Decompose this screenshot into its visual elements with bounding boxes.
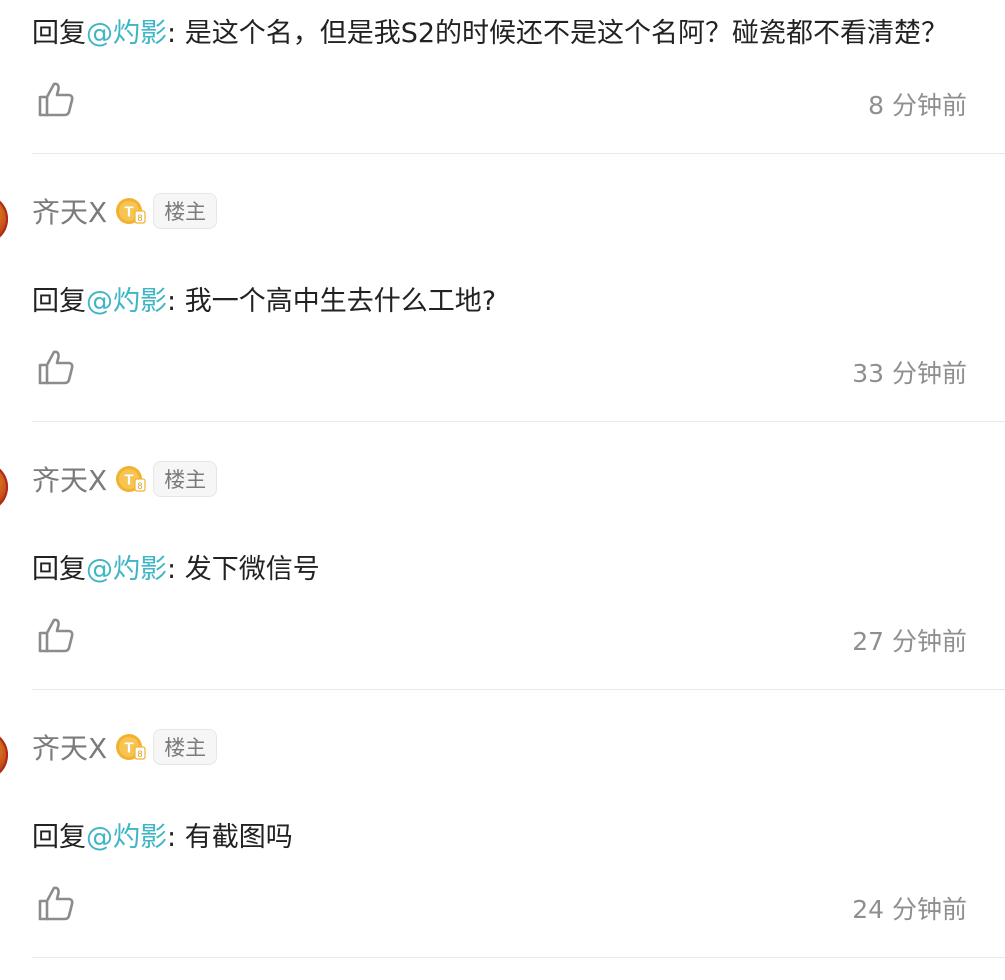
avatar[interactable] (0, 194, 8, 244)
mention-separator: : (167, 286, 177, 317)
reply-text: 回复@灼影: 发下微信号 (32, 552, 320, 588)
svg-text:8: 8 (138, 213, 143, 223)
reply-item: 齐天X T 8 楼主 回复@灼影: 有截图吗 24 分钟前 (0, 690, 1005, 958)
avatar[interactable] (0, 730, 8, 780)
username[interactable]: 齐天X (32, 191, 107, 231)
mention-link[interactable]: @灼影 (86, 286, 167, 317)
mention-link[interactable]: @灼影 (86, 822, 167, 853)
reply-prefix: 回复 (32, 822, 86, 853)
reply-prefix: 回复 (32, 554, 86, 585)
op-tag: 楼主 (153, 461, 218, 497)
level-badge-icon: T 8 (115, 195, 147, 227)
svg-text:T: T (125, 204, 134, 221)
mention-separator: : (167, 18, 177, 49)
avatar[interactable] (0, 462, 8, 512)
thumbs-up-icon (38, 886, 74, 921)
like-button[interactable] (36, 348, 76, 388)
reply-time: 8 分钟前 (868, 91, 967, 120)
mention-separator: : (167, 554, 177, 585)
reply-text: 回复@灼影: 是这个名，但是我S2的时候还不是这个名阿？碰瓷都不看清楚？ (32, 16, 948, 52)
user-row: 齐天X T 8 楼主 (32, 191, 218, 231)
username[interactable]: 齐天X (32, 727, 107, 767)
reply-content: 是这个名，但是我S2的时候还不是这个名阿？碰瓷都不看清楚？ (184, 18, 949, 49)
reply-item: 齐天X T 8 楼主 回复@灼影: 我一个高中生去什么工地? 33 分钟前 (0, 154, 1005, 422)
reply-prefix: 回复 (32, 286, 86, 317)
reply-list: 回复@灼影: 是这个名，但是我S2的时候还不是这个名阿？碰瓷都不看清楚？ 8 分… (0, 0, 1005, 980)
reply-time: 33 分钟前 (852, 359, 967, 388)
reply-content: 发下微信号 (184, 554, 320, 585)
level-badge-icon: T 8 (115, 731, 147, 763)
user-row: 齐天X T 8 楼主 (32, 459, 218, 499)
mention-link[interactable]: @灼影 (86, 18, 167, 49)
username[interactable]: 齐天X (32, 459, 107, 499)
divider (32, 957, 1005, 958)
user-row: 齐天X T 8 楼主 (32, 727, 218, 767)
reply-text: 回复@灼影: 有截图吗 (32, 820, 293, 856)
like-button[interactable] (36, 80, 76, 120)
reply-text: 回复@灼影: 我一个高中生去什么工地? (32, 284, 496, 320)
mention-link[interactable]: @灼影 (86, 554, 167, 585)
reply-item: 齐天X T 8 楼主 回复@灼影: 发下微信号 27 分钟前 (0, 422, 1005, 690)
reply-time: 24 分钟前 (852, 895, 967, 924)
svg-text:8: 8 (138, 481, 143, 491)
reply-content: 我一个高中生去什么工地? (184, 286, 497, 317)
level-badge-icon: T 8 (115, 463, 147, 495)
op-tag: 楼主 (153, 729, 218, 765)
mention-separator: : (167, 822, 177, 853)
thumbs-up-icon (38, 618, 74, 653)
svg-text:8: 8 (138, 749, 143, 759)
svg-text:T: T (125, 740, 134, 757)
thumbs-up-icon (38, 82, 74, 117)
reply-time: 27 分钟前 (852, 627, 967, 656)
like-button[interactable] (36, 884, 76, 924)
svg-text:T: T (125, 472, 134, 489)
like-button[interactable] (36, 616, 76, 656)
reply-content: 有截图吗 (184, 822, 293, 853)
reply-prefix: 回复 (32, 18, 86, 49)
thumbs-up-icon (38, 350, 74, 385)
op-tag: 楼主 (153, 193, 218, 229)
